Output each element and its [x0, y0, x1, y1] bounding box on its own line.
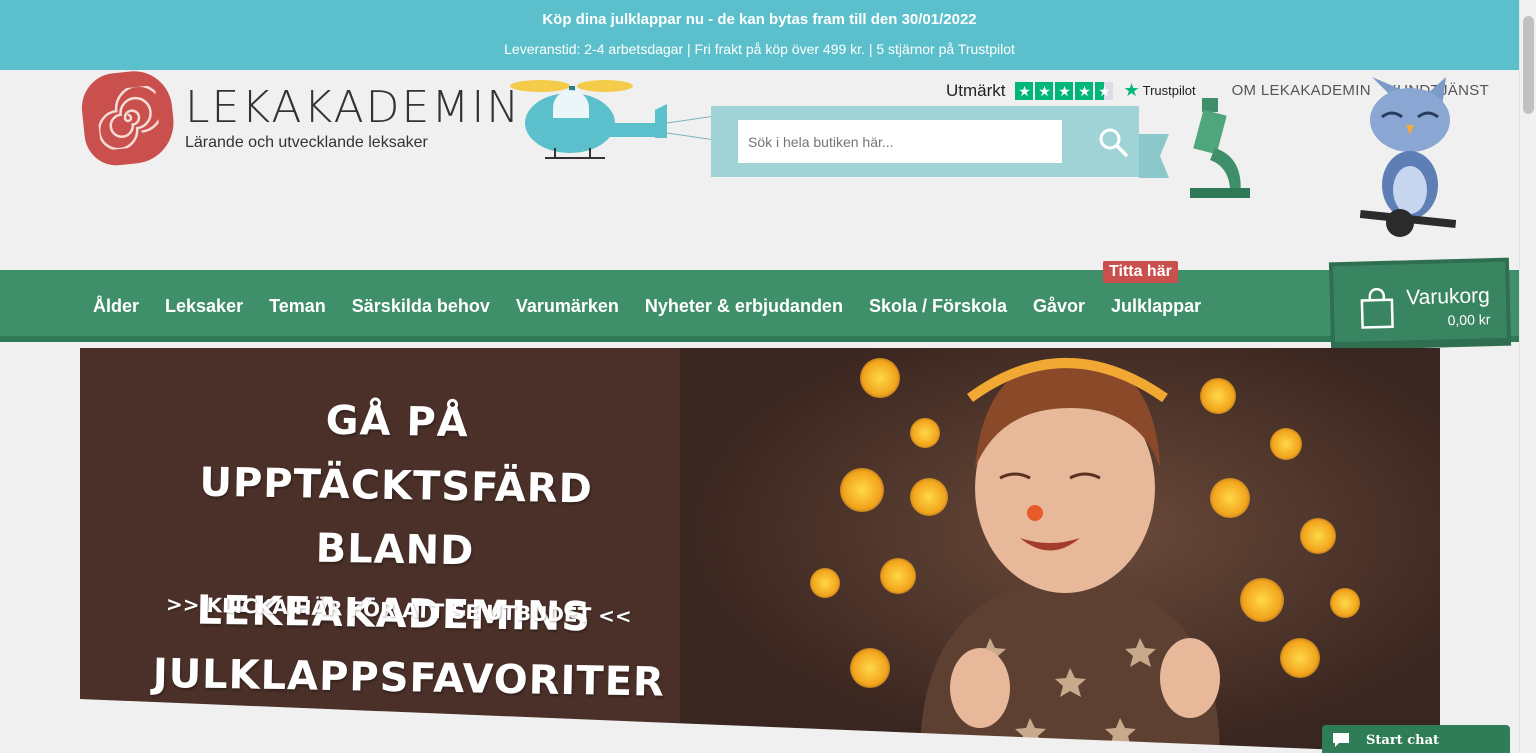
- bokeh-light: [1300, 518, 1336, 554]
- logo-tagline: Lärande och utvecklande leksaker: [185, 134, 428, 151]
- cart-button[interactable]: Varukorg 0,00 kr: [1328, 257, 1512, 351]
- hero-title-line-3: JULKLAPPSFAVORITER: [152, 650, 666, 706]
- scrollbar-thumb[interactable]: [1523, 16, 1534, 114]
- nav-item-varumarken[interactable]: Varumärken: [516, 296, 619, 317]
- cart-label: Varukorg: [1405, 284, 1491, 310]
- half-star-icon: ★: [1095, 81, 1114, 100]
- cart-panel: Varukorg 0,00 kr: [1332, 261, 1507, 343]
- nav-item-sarskilda-behov[interactable]: Särskilda behov: [352, 296, 490, 317]
- star-icon: ★: [1075, 81, 1094, 100]
- announcement-line-2: Leveranstid: 2-4 arbetsdagar | Fri frakt…: [504, 41, 1015, 57]
- hero-banner[interactable]: GÅ PÅ UPPTÄCKTSFÄRD BLAND LEKEAKADEMINS …: [80, 348, 1440, 753]
- cart-total: 0,00 kr: [1447, 311, 1491, 329]
- nav-item-alder[interactable]: Ålder: [93, 296, 139, 317]
- chat-label: Start chat: [1366, 732, 1439, 748]
- search-button[interactable]: [1090, 122, 1136, 162]
- trustpilot-rating-text: Utmärkt: [945, 80, 1006, 100]
- spiral-logo-icon: [78, 67, 178, 169]
- nav-item-skola[interactable]: Skola / Förskola: [869, 296, 1007, 317]
- nav-item-julklappar[interactable]: Julklappar: [1111, 296, 1201, 317]
- trustpilot-brand-text: Trustpilot: [1142, 83, 1196, 98]
- bokeh-light: [860, 358, 900, 398]
- logo-text: LEKAKADEMIN Lärande och utvecklande leks…: [185, 84, 521, 152]
- bokeh-light: [1280, 638, 1320, 678]
- bokeh-light: [1330, 588, 1360, 618]
- announcement-line-1: Köp dina julklappar nu - de kan bytas fr…: [542, 11, 977, 28]
- child-illustration: [900, 348, 1230, 753]
- promo-badge[interactable]: Titta här: [1103, 261, 1178, 283]
- hero-title: GÅ PÅ UPPTÄCKTSFÄRD BLAND LEKEAKADEMINS …: [152, 386, 666, 714]
- nav-item-leksaker[interactable]: Leksaker: [165, 296, 243, 317]
- bokeh-light: [840, 468, 884, 512]
- shopping-bag-icon: [1360, 287, 1395, 335]
- nav-item-nyheter[interactable]: Nyheter & erbjudanden: [645, 296, 843, 317]
- owl-illustration: [1359, 75, 1460, 270]
- bokeh-light: [850, 648, 890, 688]
- site-logo[interactable]: LEKAKADEMIN Lärande och utvecklande leks…: [78, 67, 521, 169]
- search-icon: [1099, 128, 1128, 157]
- bokeh-light: [1270, 428, 1302, 460]
- bokeh-light: [1240, 578, 1284, 622]
- nav-item-gavor[interactable]: Gåvor: [1033, 296, 1085, 317]
- chat-bubble-icon: [1333, 733, 1349, 747]
- main-navigation: Ålder Leksaker Teman Särskilda behov Var…: [0, 270, 1519, 342]
- trustpilot-star-icon: ★: [1123, 80, 1140, 100]
- nav-list: Ålder Leksaker Teman Särskilda behov Var…: [93, 296, 1201, 317]
- search-input[interactable]: [738, 120, 1062, 163]
- nav-item-teman[interactable]: Teman: [269, 296, 326, 317]
- announcement-bar: Köp dina julklappar nu - de kan bytas fr…: [0, 0, 1519, 70]
- star-icon: ★: [1055, 81, 1074, 100]
- about-link[interactable]: OM LEKAKADEMIN: [1232, 82, 1371, 99]
- helicopter-illustration: [505, 78, 716, 173]
- trustpilot-widget[interactable]: Utmärkt ★ ★ ★ ★ ★ ★ Trustpilot: [946, 80, 1196, 101]
- page-scrollbar[interactable]: [1519, 0, 1536, 753]
- trustpilot-stars: ★ ★ ★ ★ ★: [1015, 81, 1114, 100]
- hero-title-line-1: GÅ PÅ UPPTÄCKTSFÄRD: [199, 397, 594, 513]
- logo-name: LEKAKADEMIN: [185, 82, 522, 133]
- start-chat-button[interactable]: Start chat: [1322, 725, 1510, 753]
- star-icon: ★: [1015, 81, 1034, 100]
- hero-title-line-2: BLAND LEKEAKADEMINS: [196, 525, 592, 641]
- microscope-illustration: [1180, 98, 1250, 203]
- star-icon: ★: [1035, 81, 1054, 100]
- bokeh-light: [810, 568, 840, 598]
